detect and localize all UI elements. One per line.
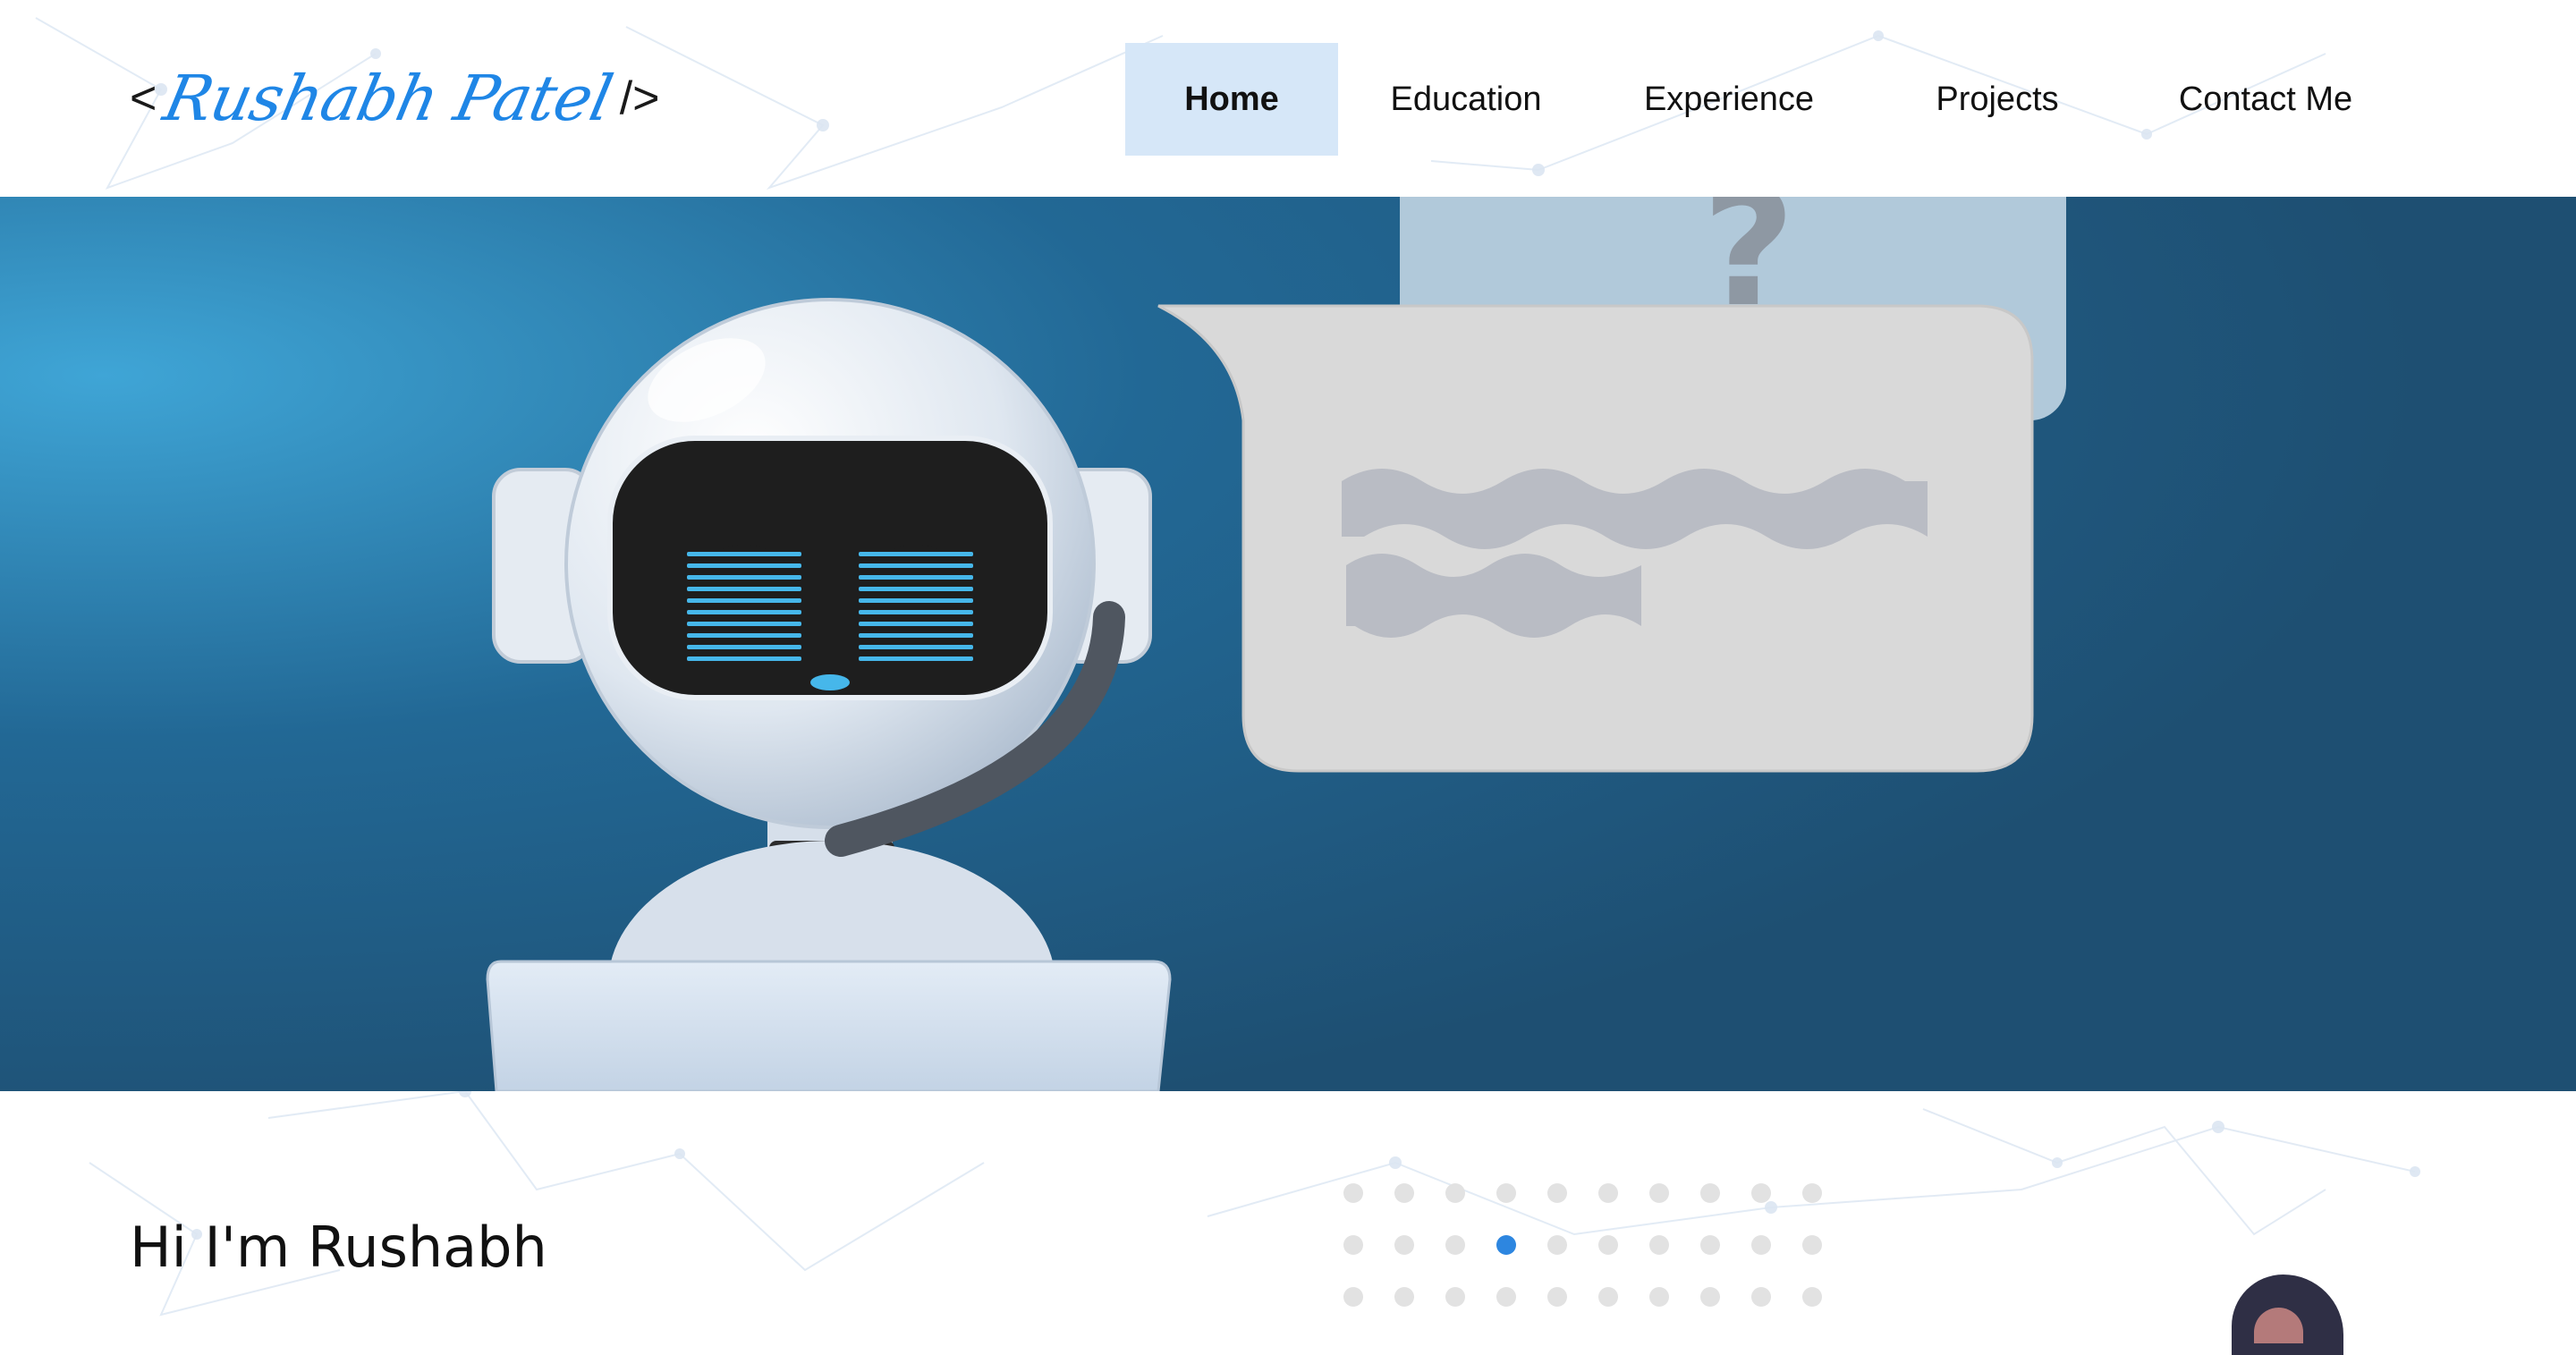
site-logo[interactable]: < Rushabh Patel /> (130, 54, 660, 143)
main-nav: Home Education Experience Projects Conta… (1125, 43, 2401, 156)
carousel-dot[interactable] (1700, 1183, 1720, 1203)
carousel-dot[interactable] (1751, 1183, 1771, 1203)
carousel-dot[interactable] (1700, 1287, 1720, 1307)
carousel-dot-active[interactable] (1496, 1235, 1516, 1255)
carousel-dot[interactable] (1394, 1183, 1414, 1203)
carousel-dot[interactable] (1649, 1183, 1669, 1203)
carousel-dot[interactable] (1649, 1235, 1669, 1255)
carousel-dot[interactable] (1598, 1235, 1618, 1255)
intro-heading: Hi I'm Rushabh (130, 1215, 547, 1280)
carousel-dot[interactable] (1394, 1235, 1414, 1255)
carousel-dot[interactable] (1598, 1183, 1618, 1203)
site-header: < Rushabh Patel /> Home Education Experi… (0, 0, 2576, 197)
carousel-dot[interactable] (1802, 1287, 1822, 1307)
carousel-dot[interactable] (1649, 1287, 1669, 1307)
carousel-dot[interactable] (1700, 1235, 1720, 1255)
carousel-dot[interactable] (1751, 1235, 1771, 1255)
carousel-dot[interactable] (1751, 1287, 1771, 1307)
carousel-dot[interactable] (1802, 1183, 1822, 1203)
carousel-dot[interactable] (1445, 1287, 1465, 1307)
carousel-dot[interactable] (1496, 1183, 1516, 1203)
carousel-dot[interactable] (1445, 1235, 1465, 1255)
carousel-dot[interactable] (1802, 1235, 1822, 1255)
hero-banner: ? (0, 197, 2576, 1091)
carousel-dot[interactable] (1445, 1183, 1465, 1203)
carousel-dot[interactable] (1343, 1235, 1363, 1255)
carousel-dot[interactable] (1343, 1183, 1363, 1203)
nav-home[interactable]: Home (1125, 43, 1338, 156)
carousel-dot[interactable] (1547, 1183, 1567, 1203)
carousel-dot[interactable] (1343, 1287, 1363, 1307)
logo-signature: Rushabh Patel (157, 62, 619, 135)
logo-close-bracket: /> (619, 72, 660, 124)
nav-projects[interactable]: Projects (1864, 43, 2131, 156)
carousel-dot[interactable] (1547, 1287, 1567, 1307)
carousel-dot[interactable] (1547, 1235, 1567, 1255)
chatbot-robot-illustration: ? (0, 197, 2576, 1091)
nav-experience[interactable]: Experience (1594, 43, 1864, 156)
nav-contact-me[interactable]: Contact Me (2131, 43, 2401, 156)
carousel-dot[interactable] (1394, 1287, 1414, 1307)
carousel-dot[interactable] (1496, 1287, 1516, 1307)
logo-open-bracket: < (130, 72, 157, 124)
nav-education[interactable]: Education (1338, 43, 1594, 156)
carousel-dot[interactable] (1598, 1287, 1618, 1307)
